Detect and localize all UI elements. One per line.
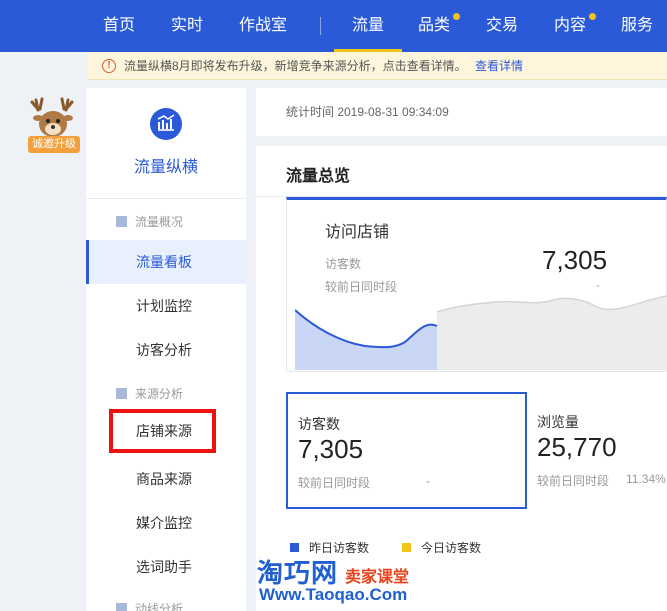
group-path-analysis: 动线分析 <box>116 600 183 611</box>
watermark-tagline: 卖家课堂 <box>345 569 410 586</box>
nav-service[interactable]: 服务 <box>621 0 653 52</box>
upgrade-badge-label[interactable]: 诚邀升级 <box>28 136 80 153</box>
sidebar: 流量纵横 流量概况 流量看板 计划监控 访客分析 来源分析 店铺来源 商品来源 … <box>86 88 246 611</box>
group-traffic-overview: 流量概况 <box>116 213 183 230</box>
building-icon <box>116 216 127 227</box>
visitor-trend-sparkline <box>295 295 667 370</box>
nav-content[interactable]: 内容 <box>554 0 586 52</box>
sidebar-divider <box>86 198 246 199</box>
nav-category[interactable]: 品类 <box>418 0 450 52</box>
traffic-analytics-logo-icon <box>150 108 182 140</box>
notice-text: 流量纵横8月即将发布升级，新增竞争来源分析，点击查看详情。 <box>124 59 467 73</box>
sidebar-item-media-monitor[interactable]: 媒介监控 <box>86 501 246 545</box>
category-badge-dot <box>453 13 460 20</box>
notice-detail-link[interactable]: 查看详情 <box>475 52 523 80</box>
metric-card-pageviews[interactable]: 浏览量 25,770 较前日同时段 11.34% <box>527 392 667 509</box>
warning-icon: ! <box>102 59 116 73</box>
nav-realtime[interactable]: 实时 <box>171 0 203 52</box>
sidebar-title: 流量纵横 <box>133 159 198 176</box>
sidebar-item-traffic-board[interactable]: 流量看板 <box>86 240 246 284</box>
metric-compare-value: 11.34% <box>626 472 666 486</box>
sidebar-item-plan-monitor[interactable]: 计划监控 <box>86 284 246 328</box>
panel-title: 流量总览 <box>286 168 351 185</box>
metric-label: 浏览量 <box>537 414 579 430</box>
legend-swatch-yesterday <box>290 543 299 552</box>
sidebar-item-keyword-helper[interactable]: 选词助手 <box>86 545 246 589</box>
visit-card-title: 访问店铺 <box>325 224 390 241</box>
notice-bar: ! 流量纵横8月即将发布升级，新增竞争来源分析，点击查看详情。 查看详情 <box>88 52 667 80</box>
highlight-annotation-box <box>109 409 216 453</box>
legend-today: 今日访客数 <box>402 539 481 556</box>
watermark-url: Www.Taoqao.Com <box>259 585 408 604</box>
top-nav: 首页 实时 作战室 流量 品类 交易 内容 服务 <box>0 0 667 52</box>
nav-traffic[interactable]: 流量 <box>334 0 402 52</box>
nav-trade[interactable]: 交易 <box>486 0 518 52</box>
sidebar-item-product-source[interactable]: 商品来源 <box>86 457 246 501</box>
legend-swatch-today <box>402 543 411 552</box>
content-badge-dot <box>589 13 596 20</box>
metric-card-visitors[interactable]: 访客数 7,305 较前日同时段 - <box>286 392 527 509</box>
metric-compare-label: 较前日同时段 <box>298 476 371 490</box>
overview-panel: 流量总览 访问店铺 访客数 较前日同时段 7,305 - 访客数 7,305 较… <box>256 146 667 611</box>
group-source-analysis: 来源分析 <box>116 385 183 402</box>
visit-shop-card[interactable]: 访问店铺 访客数 较前日同时段 7,305 - <box>286 197 667 372</box>
visit-card-value: 7,305 <box>542 245 608 275</box>
metric-compare-label: 较前日同时段 <box>537 474 610 488</box>
building-icon <box>116 388 127 399</box>
metric-value: 7,305 <box>298 434 364 464</box>
nav-home[interactable]: 首页 <box>103 0 135 52</box>
nav-war-room[interactable]: 作战室 <box>239 0 287 52</box>
metric-value: 25,770 <box>537 432 617 462</box>
building-icon <box>116 603 127 611</box>
metric-label: 访客数 <box>298 416 340 432</box>
metric-compare-value: - <box>426 474 430 488</box>
visit-card-label: 访客数 <box>325 257 362 271</box>
nav-separator <box>320 17 321 35</box>
stat-time: 统计时间 2019-08-31 09:34:09 <box>256 88 667 136</box>
sidebar-item-visitor-analysis[interactable]: 访客分析 <box>86 328 246 372</box>
